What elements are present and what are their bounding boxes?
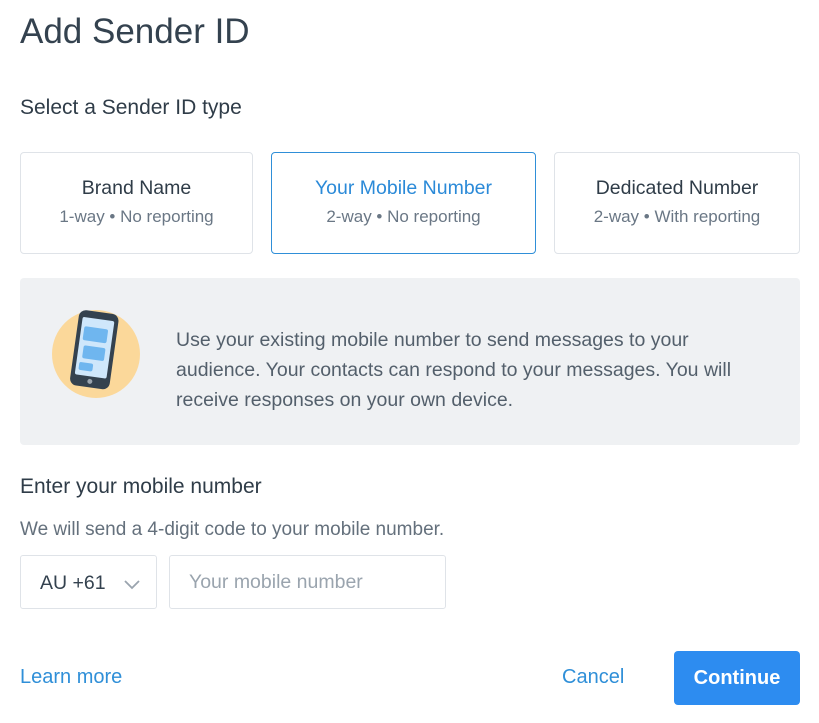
mobile-number-input[interactable] (169, 555, 446, 609)
cancel-button[interactable]: Cancel (562, 666, 624, 689)
sender-type-label: Select a Sender ID type (20, 96, 242, 119)
mobile-section-label: Enter your mobile number (20, 475, 262, 498)
option-subtitle: 2-way • With reporting (593, 207, 761, 226)
option-title: Your Mobile Number (314, 177, 493, 199)
option-title: Brand Name (81, 177, 192, 199)
option-title: Dedicated Number (595, 177, 759, 199)
option-subtitle: 2-way • No reporting (326, 207, 481, 226)
info-panel: Use your existing mobile number to send … (20, 278, 800, 445)
option-brand-name[interactable]: Brand Name 1-way • No reporting (20, 152, 253, 254)
option-your-mobile-number[interactable]: Your Mobile Number 2-way • No reporting (271, 152, 536, 254)
continue-button[interactable]: Continue (674, 651, 800, 705)
chevron-down-icon (124, 580, 140, 590)
country-code-select[interactable]: AU +61 (20, 555, 157, 609)
mobile-phone-icon (52, 310, 140, 398)
info-text: Use your existing mobile number to send … (176, 329, 732, 411)
learn-more-link[interactable]: Learn more (20, 666, 122, 689)
option-dedicated-number[interactable]: Dedicated Number 2-way • With reporting (554, 152, 800, 254)
mobile-hint: We will send a 4-digit code to your mobi… (20, 519, 445, 540)
page-title: Add Sender ID (20, 12, 250, 51)
country-code-value: AU +61 (40, 572, 106, 594)
sender-type-options: Brand Name 1-way • No reporting Your Mob… (20, 152, 800, 254)
option-subtitle: 1-way • No reporting (59, 207, 214, 226)
